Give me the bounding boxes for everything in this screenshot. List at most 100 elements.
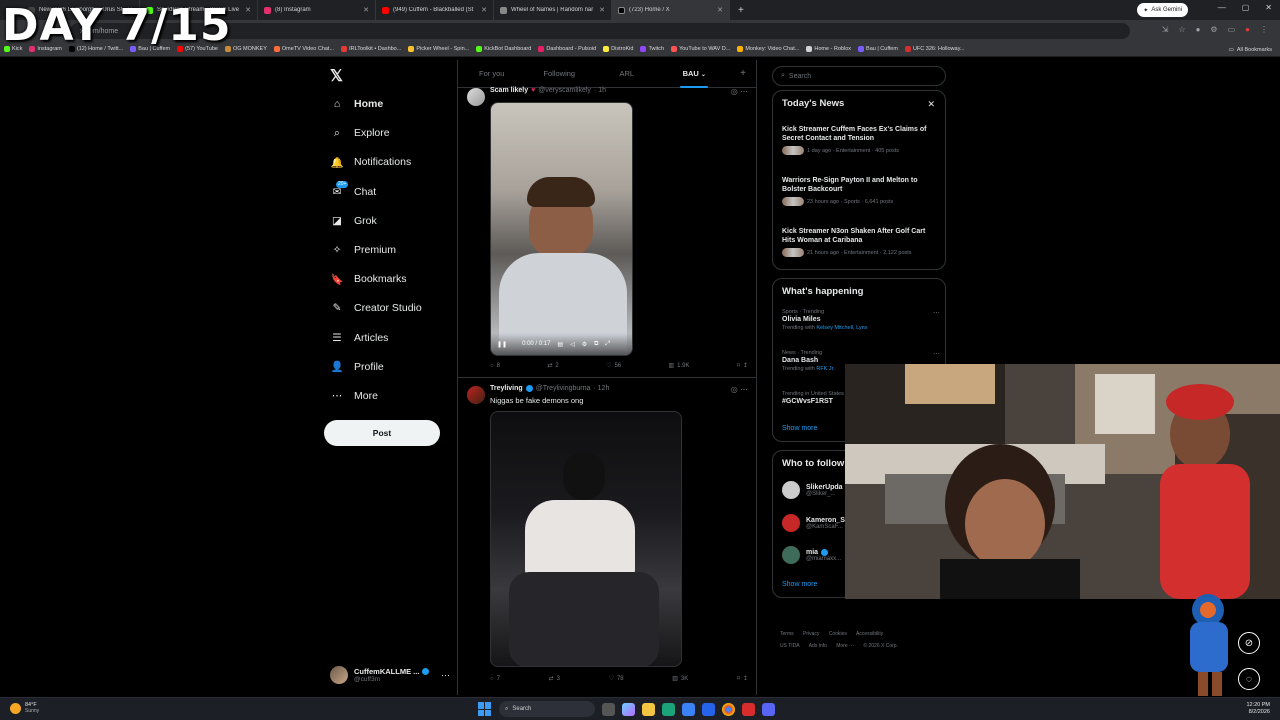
pause-icon[interactable]: ❚❚ (497, 341, 507, 348)
bookmark-item[interactable]: YouTube to WAV D... (671, 46, 730, 52)
extension-icon[interactable]: ● (1196, 25, 1201, 34)
browser-tab-active[interactable]: (723) Home / X ✕ (612, 0, 730, 20)
news-item[interactable]: Warriors Re-Sign Payton II and Melton to… (782, 176, 940, 206)
star-icon[interactable]: ☆ (1178, 25, 1185, 34)
edge-icon[interactable] (662, 702, 675, 716)
share-icon[interactable]: ↥ (743, 362, 748, 369)
close-icon[interactable]: ✕ (717, 6, 723, 14)
nav-item-more[interactable]: ⋯ More (330, 386, 378, 406)
video-player[interactable] (490, 411, 682, 667)
nav-item-notifications[interactable]: 🔔 Notifications (330, 152, 411, 172)
nav-item-articles[interactable]: ☰ Articles (330, 328, 388, 348)
clock[interactable]: 12:20 PM 8/2/2026 (1246, 702, 1270, 716)
close-icon[interactable]: ✕ (599, 6, 605, 14)
store-icon[interactable] (682, 702, 695, 716)
bookmark-item[interactable]: Twitch (640, 46, 664, 52)
taskbar-search[interactable]: ⌕ Search (499, 701, 595, 717)
footer-link[interactable]: Accessibility (856, 631, 883, 637)
close-icon[interactable]: ✕ (363, 6, 369, 14)
bookmark-button[interactable]: ⌑ ↥ (737, 675, 748, 682)
new-tab-button[interactable]: + (730, 5, 752, 16)
browser-tab[interactable]: (8) Instagram ✕ (258, 0, 376, 20)
bookmark-item[interactable]: UFC 326: Holloway... (904, 46, 965, 52)
reply-button[interactable]: ○ 8 (490, 362, 500, 369)
tweet[interactable]: Treyliving @Treylivingburna · 12h ◎ ⋯ Ni… (458, 378, 756, 695)
browser-tab[interactable]: (949) Cuffem - Blackballed (St ✕ (376, 0, 494, 20)
close-icon[interactable]: ✕ (481, 6, 487, 14)
nav-item-home[interactable]: ⌂ Home (330, 94, 383, 114)
news-item[interactable]: Kick Streamer N3on Shaken After Golf Car… (782, 227, 940, 257)
nav-item-creator-studio[interactable]: ✎ Creator Studio (330, 298, 422, 318)
reply-button[interactable]: ○ 7 (490, 675, 500, 682)
nav-item-premium[interactable]: ✧ Premium (330, 240, 396, 260)
volume-icon[interactable]: ◁ (570, 341, 575, 348)
minimize-icon[interactable]: — (1218, 3, 1226, 12)
video-player[interactable]: ❚❚ 0:00 / 0:17 ▤ ◁ ⚙ ⧉ ⤢ (490, 102, 633, 356)
install-icon[interactable]: ⇲ (1162, 25, 1169, 34)
bookmark-item[interactable]: Home - Roblox (806, 46, 851, 52)
close-icon[interactable]: ✕ (927, 99, 935, 110)
author-name[interactable]: Treyliving (490, 385, 523, 392)
nav-item-explore[interactable]: ⌕ Explore (330, 123, 390, 143)
add-list-icon[interactable]: + (728, 68, 756, 79)
ask-gemini-button[interactable]: ✦ Ask Gemini (1137, 3, 1188, 17)
close-icon[interactable]: ✕ (245, 6, 251, 14)
mail-icon[interactable] (702, 702, 715, 716)
nav-item-chat[interactable]: ✉ 20+ Chat (330, 180, 376, 202)
follow-suggestion[interactable]: Kameron_S @KamScaF... (782, 514, 845, 532)
x-logo-icon[interactable]: 𝕏 (330, 66, 343, 86)
window-close-icon[interactable]: ✕ (1265, 3, 1272, 12)
footer-link[interactable]: Ads info (809, 643, 827, 649)
app-icon[interactable] (742, 702, 755, 716)
footer-link[interactable]: Privacy (803, 631, 819, 637)
chat-bubble-icon[interactable]: ◌ (1238, 668, 1260, 690)
trend-item[interactable]: Sports · Trending Olivia Miles Trending … (782, 309, 940, 331)
bookmark-item[interactable]: Monkey: Video Chat... (737, 46, 799, 52)
sidebar-icon[interactable]: ▭ (1228, 25, 1236, 34)
bookmark-item[interactable]: Bau | Cuffem (858, 46, 898, 52)
bookmark-item[interactable]: Dashboard - Pulsoid (538, 46, 596, 52)
share-icon[interactable]: ↥ (743, 675, 748, 682)
repost-button[interactable]: ⇄ 2 (547, 362, 558, 370)
settings-icon[interactable]: ⚙ (582, 341, 587, 348)
file-explorer-icon[interactable] (642, 702, 655, 716)
author-handle[interactable]: @veryscamlikely (538, 87, 591, 94)
nav-item-profile[interactable]: 👤 Profile (330, 357, 383, 377)
footer-link[interactable]: More ··· (836, 643, 854, 649)
views-button[interactable]: ▥ 3K (672, 675, 688, 683)
avatar[interactable] (467, 386, 485, 404)
tab-bau[interactable]: BAU ⌄ (661, 60, 729, 88)
views-button[interactable]: ▥ 1.9K (669, 362, 690, 370)
menu-kebab-icon[interactable]: ⋮ (1260, 25, 1268, 34)
chrome-icon[interactable] (722, 702, 735, 716)
follow-suggestion[interactable]: SlikerUpda @Sliker_... (782, 481, 843, 499)
author-name[interactable]: Scam likely (490, 87, 528, 94)
bookmark-item[interactable]: KickBot Dashboard (476, 46, 531, 52)
grok-icon[interactable]: ◎ (731, 87, 738, 96)
nav-item-grok[interactable]: ◪ Grok (330, 211, 377, 231)
discord-icon[interactable] (762, 702, 775, 716)
repost-button[interactable]: ⇄ 3 (549, 675, 560, 683)
more-icon[interactable]: ⋯ (933, 350, 940, 358)
bookmark-item[interactable]: Picker Wheel - Spin... (408, 46, 469, 52)
footer-link[interactable]: US TIDA (780, 643, 800, 649)
bookmark-item[interactable]: OmeTV Video Chat... (273, 46, 334, 52)
news-item[interactable]: Kick Streamer Cuffem Faces Ex's Claims o… (782, 125, 940, 155)
profile-avatar-icon[interactable]: ● (1245, 25, 1250, 34)
copilot-icon[interactable] (622, 702, 635, 716)
more-icon[interactable]: ⋯ (740, 385, 748, 394)
like-button[interactable]: ♡ 56 (606, 362, 621, 370)
account-switcher[interactable]: CuffemKALLME ... @cuff3m ⋯ (330, 663, 450, 687)
windows-start-icon[interactable] (478, 702, 492, 716)
tweet[interactable]: Scam likely ♥ @veryscamlikely · 1h ◎ ⋯ ❚… (458, 87, 756, 378)
grok-icon[interactable]: ◎ (731, 385, 738, 394)
extensions-puzzle-icon[interactable]: ⚙ (1210, 25, 1217, 34)
tab-for-you[interactable]: For you (458, 60, 526, 88)
follow-suggestion[interactable]: mia @miamaxx... (782, 546, 841, 564)
more-icon[interactable]: ⋯ (933, 309, 940, 317)
fullscreen-icon[interactable]: ⤢ (605, 341, 610, 348)
maximize-icon[interactable]: ▢ (1242, 3, 1250, 12)
like-button[interactable]: ♡ 78 (609, 675, 624, 683)
more-options-icon[interactable]: ⋯ (441, 670, 450, 681)
weather-widget[interactable]: 84°F Sunny (10, 702, 39, 714)
